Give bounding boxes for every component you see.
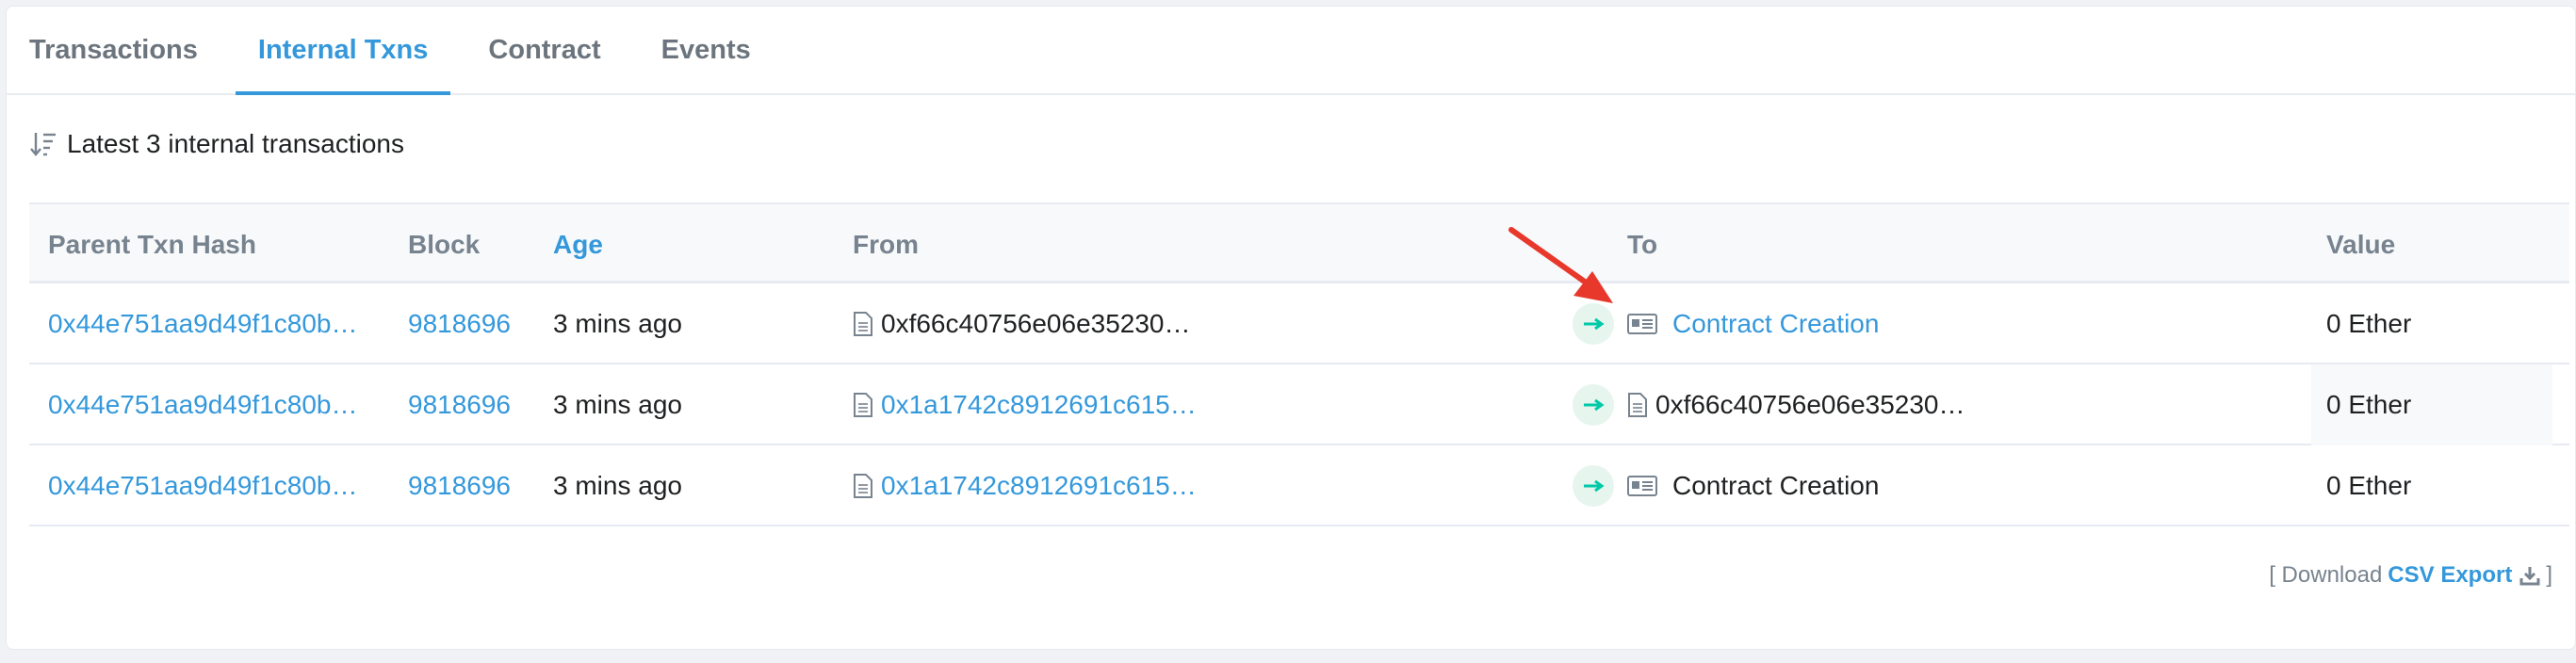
csv-export-link[interactable]: CSV Export (2388, 562, 2512, 589)
contract-creation-icon (1627, 476, 1657, 496)
download-icon[interactable] (2519, 565, 2540, 586)
col-block: Block (408, 230, 481, 259)
arrow-right-icon (1573, 384, 1614, 426)
from-address-link[interactable]: 0x1a1742c8912691c615… (881, 390, 1197, 420)
contract-creation-icon (1627, 314, 1657, 334)
contract-file-icon (854, 474, 872, 498)
summary-text: Latest 3 internal transactions (67, 129, 404, 158)
to-contract-creation: Contract Creation (1627, 445, 1879, 526)
from-address-text: 0xf66c40756e06e35230… (881, 309, 1191, 338)
sort-descending-icon (30, 133, 56, 156)
from-address[interactable]: 0x1a1742c8912691c615… (853, 445, 1197, 526)
block-link[interactable]: 9818696 (408, 445, 511, 526)
col-value: Value (2326, 230, 2396, 259)
age-text: 3 mins ago (553, 471, 682, 500)
internal-txns-table: Parent Txn Hash Block Age From To Value … (29, 202, 2569, 526)
download-prefix: [ Download (2269, 562, 2383, 588)
parent-txn-hash-link[interactable]: 0x44e751aa9d49f1c80b… (48, 283, 358, 364)
direction-indicator (1573, 364, 1614, 445)
tab-contract[interactable]: Contract (465, 7, 623, 93)
block-link[interactable]: 9818696 (408, 283, 511, 364)
parent-txn-hash-link[interactable]: 0x44e751aa9d49f1c80b… (48, 364, 358, 445)
download-suffix: ] (2546, 562, 2552, 588)
direction-indicator (1573, 445, 1614, 526)
to-contract-creation[interactable]: Contract Creation (1627, 283, 1879, 364)
block-link[interactable]: 9818696 (408, 364, 511, 445)
table-header: Parent Txn Hash Block Age From To Value (29, 202, 2569, 283)
col-age[interactable]: Age (553, 204, 603, 285)
col-to: To (1627, 230, 1658, 259)
from-address[interactable]: 0x1a1742c8912691c615… (853, 364, 1197, 445)
age-text: 3 mins ago (553, 309, 682, 338)
table-row: 0x44e751aa9d49f1c80b… 9818696 3 mins ago… (29, 445, 2569, 526)
to-contract-creation-text: Contract Creation (1672, 471, 1880, 500)
annotation-arrow-icon (1508, 227, 1613, 303)
col-parent-txn-hash: Parent Txn Hash (48, 230, 256, 259)
contract-file-icon (854, 393, 872, 417)
tab-bar: Transactions Internal Txns Contract Even… (7, 7, 2575, 95)
to-contract-creation-link[interactable]: Contract Creation (1672, 309, 1879, 339)
from-address: 0xf66c40756e06e35230… (853, 283, 1191, 364)
arrow-right-icon (1573, 465, 1614, 507)
internal-txns-card: Transactions Internal Txns Contract Even… (6, 6, 2576, 650)
parent-txn-hash-link[interactable]: 0x44e751aa9d49f1c80b… (48, 445, 358, 526)
summary-line: Latest 3 internal transactions (29, 129, 404, 159)
to-address-text: 0xf66c40756e06e35230… (1655, 390, 1965, 419)
contract-file-icon (1628, 393, 1647, 417)
tab-internal-txns[interactable]: Internal Txns (235, 7, 451, 95)
value-text: 0 Ether (2326, 471, 2412, 500)
contract-file-icon (854, 312, 872, 336)
col-from: From (853, 230, 919, 259)
table-row: 0x44e751aa9d49f1c80b… 9818696 3 mins ago… (29, 283, 2569, 364)
age-text: 3 mins ago (553, 390, 682, 419)
to-address: 0xf66c40756e06e35230… (1627, 364, 1965, 445)
table-row: 0x44e751aa9d49f1c80b… 9818696 3 mins ago… (29, 364, 2569, 445)
tab-transactions[interactable]: Transactions (29, 7, 220, 93)
value-text: 0 Ether (2326, 309, 2412, 338)
value-text: 0 Ether (2326, 390, 2412, 419)
tab-events[interactable]: Events (639, 7, 774, 93)
download-footer: [ Download CSV Export ] (2269, 562, 2552, 589)
from-address-link[interactable]: 0x1a1742c8912691c615… (881, 471, 1197, 501)
